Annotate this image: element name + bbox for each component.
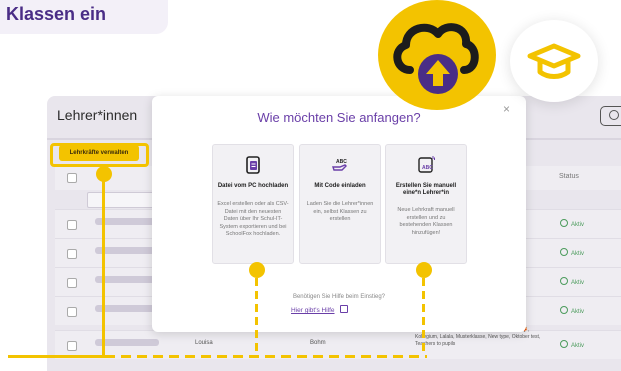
dialog-title: Wie möchten Sie anfangen? xyxy=(257,110,421,125)
row-checkbox[interactable] xyxy=(67,249,77,259)
card-description: Laden Sie die Lehrer*innen ein, selbst K… xyxy=(306,201,374,222)
highlight-line xyxy=(102,178,105,358)
svg-text:ABC: ABC xyxy=(422,165,433,171)
highlight-dash xyxy=(422,278,425,356)
status-column-header: Status xyxy=(559,173,579,180)
help-link[interactable]: Hier gibt's Hilfe xyxy=(291,307,335,314)
info-icon xyxy=(609,110,619,120)
cloud-upload-badge xyxy=(378,0,496,110)
graduation-badge xyxy=(510,20,598,102)
check-circle-icon xyxy=(560,219,568,227)
last-name-cell: Bohm xyxy=(310,340,326,346)
status-badge: Aktiv xyxy=(560,219,584,228)
upload-file-card[interactable]: Datei vom PC hochladen Excel erstellen o… xyxy=(212,144,294,264)
close-icon[interactable]: × xyxy=(503,102,510,116)
cloud-upload-icon xyxy=(393,23,479,94)
highlight-dash xyxy=(105,355,427,358)
select-all-checkbox[interactable] xyxy=(67,173,77,183)
status-badge: Aktiv xyxy=(560,248,584,257)
graduation-cap-icon xyxy=(527,43,581,79)
card-description: Excel erstellen oder als CSV-Datei mit d… xyxy=(217,201,289,237)
invite-code-icon: ABC xyxy=(332,159,347,171)
svg-text:ABC: ABC xyxy=(336,159,347,165)
highlight-dot xyxy=(416,262,432,278)
page-title: Lehrer*innen xyxy=(57,107,138,123)
check-circle-icon xyxy=(560,340,568,348)
manual-create-card[interactable]: ABC Erstellen Sie manuell eine*n Lehrer*… xyxy=(385,144,467,264)
row-checkbox[interactable] xyxy=(67,220,77,230)
row-checkbox[interactable] xyxy=(67,278,77,288)
card-title: Mit Code einladen xyxy=(314,183,366,189)
card-title: Datei vom PC hochladen xyxy=(217,183,289,189)
info-button[interactable] xyxy=(600,106,621,126)
section-label-text: Klassen ein xyxy=(6,4,107,24)
row-checkbox[interactable] xyxy=(67,307,77,317)
highlight-frame-left xyxy=(50,143,149,167)
check-circle-icon xyxy=(560,248,568,256)
manual-create-icon: ABC xyxy=(418,156,435,173)
status-badge: Aktiv xyxy=(560,340,584,349)
status-badge: Aktiv xyxy=(560,277,584,286)
highlight-dash xyxy=(255,278,258,356)
file-upload-icon xyxy=(246,156,260,174)
row-checkbox[interactable] xyxy=(67,341,77,351)
start-dialog: Wie möchten Sie anfangen? × Datei vom PC… xyxy=(152,96,526,332)
first-name-cell: Louisa xyxy=(195,340,213,346)
check-circle-icon xyxy=(560,277,568,285)
highlight-line xyxy=(8,355,105,358)
section-label: Klassen ein xyxy=(0,0,168,34)
external-link-icon xyxy=(340,305,348,313)
check-circle-icon xyxy=(560,306,568,314)
invite-code-card[interactable]: ABC Mit Code einladen Laden Sie die Lehr… xyxy=(299,144,381,264)
card-description: Neue Lehrkraft manuell erstellen und zu … xyxy=(397,207,455,236)
highlight-dot xyxy=(249,262,265,278)
help-question: Benötigen Sie Hilfe beim Einstieg? xyxy=(292,294,386,300)
card-title: Erstellen Sie manuell eine*n Lehrer*in xyxy=(395,183,457,196)
status-badge: Aktiv xyxy=(560,306,584,315)
